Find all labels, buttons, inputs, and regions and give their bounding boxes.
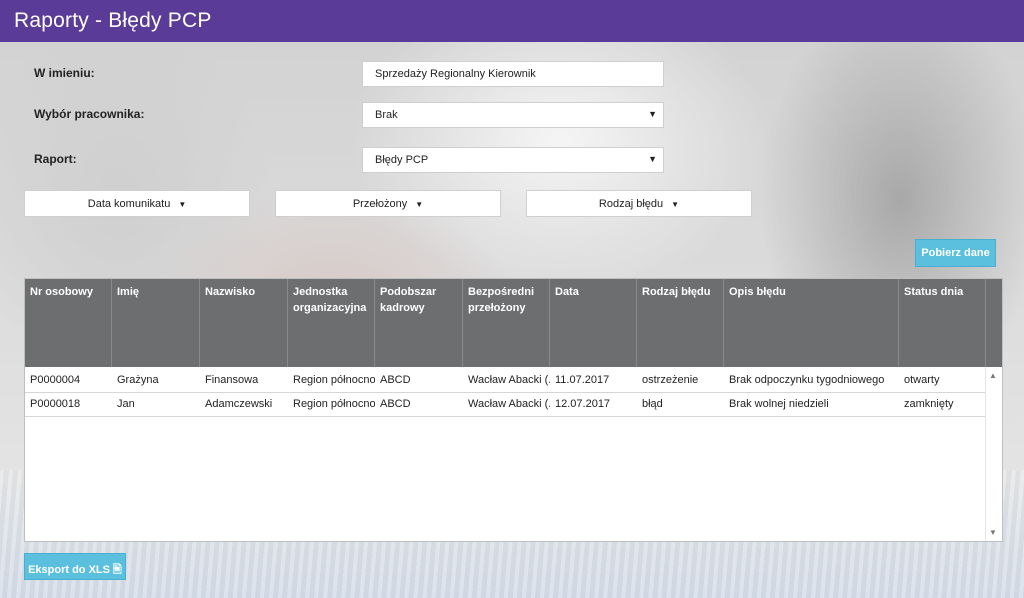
report-select-value: Błędy PCP: [375, 154, 429, 166]
cell-org-unit: Region północno...: [293, 398, 375, 410]
cell-error-type: błąd: [642, 398, 663, 410]
column-header-personnel-subarea[interactable]: Podobszar kadrowy: [375, 279, 463, 367]
cell-last-name: Finansowa: [205, 374, 259, 386]
report-label: Raport:: [34, 152, 77, 166]
column-header-first-name[interactable]: Imię: [112, 279, 200, 367]
filter-error-type-label: Rodzaj błędu: [598, 198, 664, 210]
cell-day-status: otwarty: [904, 374, 940, 386]
cell-employee-number: P0000004: [30, 374, 81, 386]
column-header-error-description[interactable]: Opis błędu: [724, 279, 899, 367]
employee-label: Wybór pracownika:: [34, 107, 145, 121]
document-icon: 🖹: [113, 564, 122, 576]
scroll-down-arrow-icon[interactable]: ▼: [989, 528, 997, 537]
column-header-employee-number[interactable]: Nr osobowy: [25, 279, 112, 367]
cell-last-name: Adamczewski: [205, 398, 273, 410]
cell-error-description: Brak wolnej niedzieli: [729, 398, 829, 410]
errors-table: Nr osobowy Imię Nazwisko Jednostka organ…: [24, 278, 1003, 542]
cell-direct-supervisor: Wacław Abacki (...: [468, 374, 550, 386]
page-title: Raporty - Błędy PCP: [14, 9, 212, 32]
column-header-day-status[interactable]: Status dnia: [899, 279, 986, 367]
caret-down-icon: ▼: [178, 200, 187, 209]
cell-personnel-subarea: ABCD: [380, 374, 411, 386]
column-header-error-type[interactable]: Rodzaj błędu: [637, 279, 724, 367]
table-row[interactable]: P0000018 Jan Adamczewski Region północno…: [25, 392, 985, 417]
table-scrollbar[interactable]: ▲ ▼: [985, 367, 1002, 541]
chevron-down-icon: ▼: [648, 154, 657, 164]
column-header-direct-supervisor[interactable]: Bezpośredni przełożony: [463, 279, 550, 367]
filter-supervisor-button[interactable]: Przełożony ▼: [275, 190, 501, 217]
on-behalf-field[interactable]: Sprzedaży Regionalny Kierownik: [362, 61, 664, 87]
filter-supervisor-label: Przełożony: [352, 198, 408, 210]
cell-direct-supervisor: Wacław Abacki (...: [468, 398, 550, 410]
on-behalf-value: Sprzedaży Regionalny Kierownik: [375, 68, 536, 80]
caret-down-icon: ▼: [671, 200, 680, 209]
column-header-date[interactable]: Data: [550, 279, 637, 367]
export-xls-button[interactable]: Eksport do XLS 🖹: [24, 553, 126, 580]
cell-personnel-subarea: ABCD: [380, 398, 411, 410]
chevron-down-icon: ▼: [648, 109, 657, 119]
cell-first-name: Grażyna: [117, 374, 159, 386]
column-header-org-unit[interactable]: Jednostka organizacyjna: [288, 279, 375, 367]
cell-error-type: ostrzeżenie: [642, 374, 699, 386]
fetch-data-button[interactable]: Pobierz dane: [915, 239, 996, 267]
filter-error-type-button[interactable]: Rodzaj błędu ▼: [526, 190, 752, 217]
cell-error-description: Brak odpoczynku tygodniowego: [729, 374, 885, 386]
app-header: Raporty - Błędy PCP: [0, 0, 1024, 42]
cell-org-unit: Region północno...: [293, 374, 375, 386]
employee-select[interactable]: Brak ▼: [362, 102, 664, 128]
report-select[interactable]: Błędy PCP ▼: [362, 147, 664, 173]
caret-down-icon: ▼: [415, 200, 424, 209]
cell-date: 12.07.2017: [555, 398, 611, 410]
cell-employee-number: P0000018: [30, 398, 81, 410]
table-row[interactable]: P0000004 Grażyna Finansowa Region północ…: [25, 368, 985, 393]
cell-first-name: Jan: [117, 398, 135, 410]
scroll-up-arrow-icon[interactable]: ▲: [989, 371, 997, 380]
column-header-last-name[interactable]: Nazwisko: [200, 279, 288, 367]
export-xls-label: Eksport do XLS: [28, 564, 110, 576]
filter-message-date-button[interactable]: Data komunikatu ▼: [24, 190, 250, 217]
filter-message-date-label: Data komunikatu: [87, 198, 171, 210]
table-header: Nr osobowy Imię Nazwisko Jednostka organ…: [25, 279, 1002, 367]
cell-day-status: zamknięty: [904, 398, 954, 410]
employee-select-value: Brak: [375, 109, 398, 121]
on-behalf-label: W imieniu:: [34, 66, 95, 80]
cell-date: 11.07.2017: [555, 374, 610, 386]
